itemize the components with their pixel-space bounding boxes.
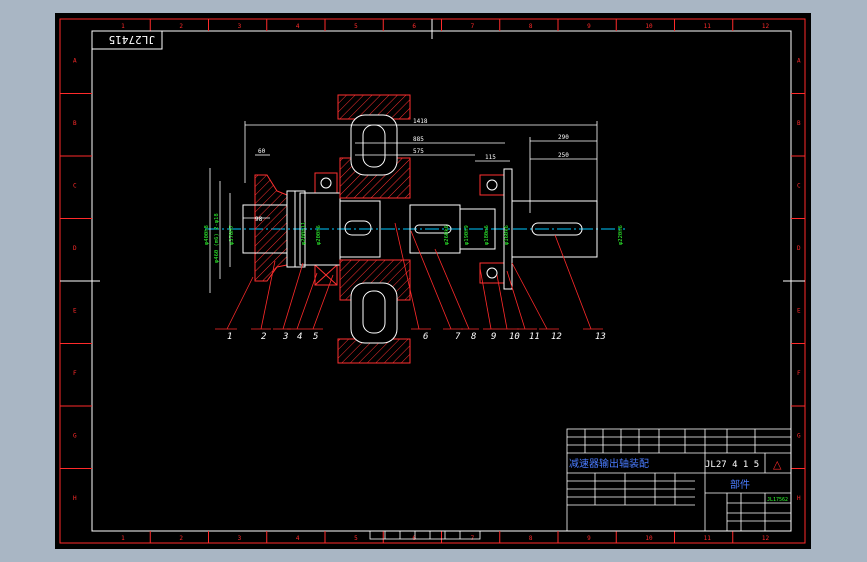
code-box-text: JL27415 [109,33,155,46]
zone-letter: C [797,182,801,189]
dia-190: φ190h9 [464,225,470,245]
zone-number: 1 [121,535,125,542]
dim-290: 290 [558,134,569,141]
zone-number: 1 [121,23,125,30]
zone-letter: A [797,57,801,64]
dia-200b: φ200h6 [316,225,322,245]
center-marks [60,19,805,282]
part-labels: 1 2 3 4 5 6 7 8 9 10 11 12 13 [227,332,606,342]
drawing-number: JL27 4 1 5 [705,460,759,470]
part-label: 1 [227,332,232,342]
zone-number: 10 [645,535,653,542]
zone-number: 7 [471,535,475,542]
dia-200a: φ200h11 [301,222,307,245]
zone-number: 2 [179,23,183,30]
title-cn: 减速器输出轴装配 [569,457,649,470]
zone-letter: D [797,245,801,252]
zone-letter: H [797,495,801,502]
right-bearing [479,174,505,196]
zone-letter: D [73,245,77,252]
zone-number: 4 [296,23,300,30]
part-label: 7 [455,332,461,342]
zone-letter: H [73,495,77,502]
zone-letter: G [797,432,801,439]
inner-frame [91,30,792,532]
zone-letter: F [73,370,77,377]
part-label: 11 [529,332,540,342]
zone-letter: A [73,57,77,64]
dia-460: φ460 (m6) 2-φ18 [214,213,220,263]
zone-number: 10 [645,23,653,30]
bearing-ball-top [320,177,332,189]
zone-number: 6 [412,535,416,542]
part-label: 12 [551,332,562,342]
zone-number: 9 [587,23,591,30]
zone-number: 5 [354,535,358,542]
zone-number: 4 [296,535,300,542]
zone-letter: B [73,120,77,127]
dia-370: φ370H7 [229,225,235,245]
part-type: 部件 [730,478,750,491]
zone-number: 11 [704,535,712,542]
dia-260: φ260k6 [444,225,450,245]
cad-viewport[interactable]: 1 1 2 2 3 3 4 4 5 5 6 6 7 7 8 8 9 9 10 10 11 11 12 12 A A B B C C D D E E… [55,13,811,549]
zone-number: 9 [587,535,591,542]
zone-letter: F [797,370,801,377]
zone-number: 7 [471,23,475,30]
dim-250: 250 [558,152,569,159]
dim-885: 885 [413,136,424,143]
zone-number: 2 [179,535,183,542]
part-label: 3 [282,332,288,342]
dimension-texts: 1418 885 575 115 60 290 250 98 [255,118,569,223]
zone-letter: G [73,432,77,439]
dia-180: φ180m6 [484,225,490,245]
zone-number: 3 [238,535,242,542]
zone-letter: C [73,182,77,189]
dia-160: φ160k6 [504,225,510,245]
hub-keyway [344,220,372,236]
zone-number: 6 [412,23,416,30]
dim-115: 115 [485,154,496,161]
zone-number: 8 [529,23,533,30]
part-label: 5 [313,332,318,342]
zone-letter: E [73,307,77,314]
cad-drawing: 112233445566778899101011111212A AB BC CD DE E… [59,18,806,544]
zone-number: 8 [529,535,533,542]
zone-number: 3 [238,23,242,30]
part-label: 13 [595,332,606,342]
revision-mark: △ [773,458,782,471]
zone-number: 12 [762,535,770,542]
sheet-text: JL17562 [767,497,788,503]
part-label: 4 [297,332,302,342]
outer-border [59,18,806,544]
bottom-strip [369,530,481,540]
zone-number: 5 [354,23,358,30]
dim-98: 98 [255,216,263,223]
zone-marks: 112233445566778899101011111212A AB BC CD DE E… [60,19,805,543]
part-label: 9 [491,332,496,342]
part-label: 10 [509,332,520,342]
part-label: 6 [423,332,428,342]
dia-400: φ400h8 [204,225,210,245]
dia-right: φ220h6 [618,225,624,245]
dim-575: 575 [413,148,424,155]
flange-cover [254,174,288,282]
title-block [566,428,792,532]
left-bearing [314,172,338,194]
dim-60: 60 [258,148,266,155]
zone-letter: E [797,307,801,314]
zone-letter: B [797,120,801,127]
part-label: 2 [261,332,266,342]
dim-1418: 1418 [413,118,428,125]
zone-number: 11 [704,23,712,30]
part-label: 8 [471,332,476,342]
zone-number: 12 [762,23,770,30]
